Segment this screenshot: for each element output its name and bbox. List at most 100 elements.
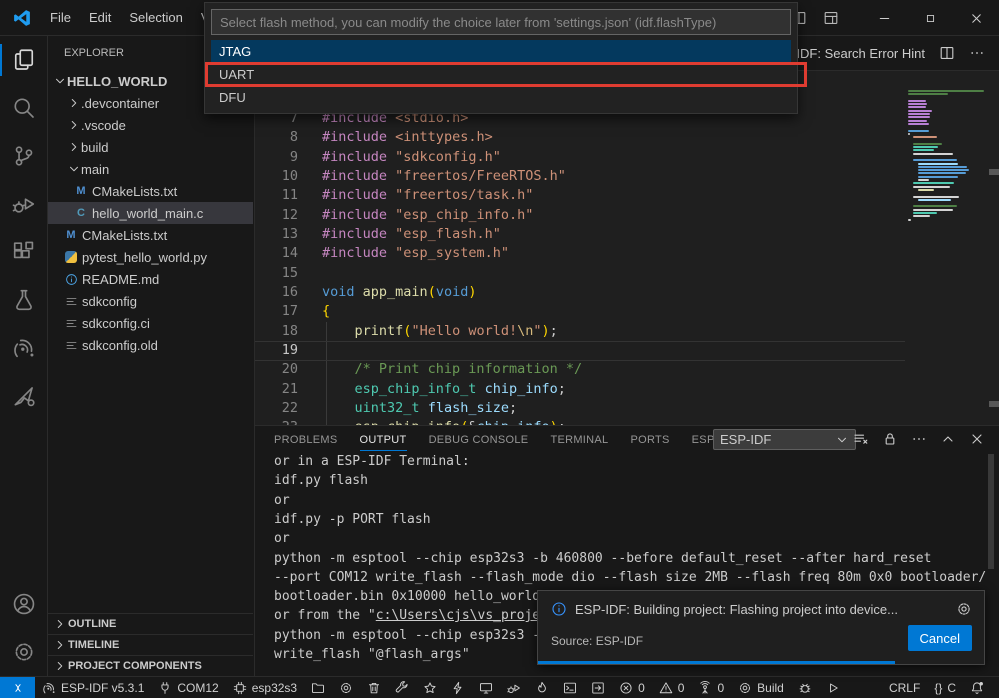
activity-item-source-control[interactable]: [0, 132, 48, 180]
statusbar-device-target[interactable]: esp32s3: [226, 677, 304, 698]
activity-item-testing[interactable]: [0, 276, 48, 324]
activity-item-extensions[interactable]: [0, 228, 48, 276]
activity-item-esp-idf-explorer[interactable]: [0, 372, 48, 420]
maximize-panel-icon[interactable]: [940, 431, 956, 447]
statusbar-terminal[interactable]: [556, 677, 584, 698]
statusbar-notifications[interactable]: [963, 677, 991, 698]
statusbar-espidf-version[interactable]: ESP-IDF v5.3.1: [35, 677, 151, 698]
tree-item[interactable]: Chello_world_main.c: [48, 202, 253, 224]
code-line[interactable]: 12#include "esp_chip_info.h": [255, 206, 999, 226]
panel-scrollbar[interactable]: [988, 454, 994, 569]
menu-file[interactable]: File: [41, 6, 80, 29]
statusbar-flash[interactable]: [444, 677, 472, 698]
split-editor-icon[interactable]: [939, 45, 955, 61]
statusbar-serial-port[interactable]: COM12: [151, 677, 225, 698]
code-line[interactable]: 14#include "esp_system.h": [255, 244, 999, 264]
activity-item-accounts[interactable]: [0, 580, 48, 628]
statusbar-launch[interactable]: [819, 677, 847, 698]
lock-scroll-icon[interactable]: [882, 431, 898, 447]
chevron-right-icon: [67, 118, 81, 132]
code-area[interactable]: 7#include <stdio.h>8#include <inttypes.h…: [255, 71, 999, 425]
statusbar-errors[interactable]: 0: [612, 677, 652, 698]
code-line[interactable]: 22 uint32_t flash_size;: [255, 399, 999, 419]
code-line[interactable]: 10#include "freertos/FreeRTOS.h": [255, 167, 999, 187]
quickpick-item-dfu[interactable]: DFU: [211, 86, 791, 109]
chevron-down-icon: [835, 433, 849, 447]
statusbar-full-clean[interactable]: [360, 677, 388, 698]
code-line[interactable]: 13#include "esp_flash.h": [255, 225, 999, 245]
code-line[interactable]: 23 esp_chip_info(&chip_info);: [255, 418, 999, 425]
code-line[interactable]: 16void app_main(void): [255, 283, 999, 303]
statusbar-ports-forwarded[interactable]: 0: [691, 677, 731, 698]
tree-item[interactable]: pytest_hello_world.py: [48, 246, 253, 268]
statusbar-warnings[interactable]: 0: [652, 677, 692, 698]
activity-item-manage[interactable]: [0, 628, 48, 676]
panel-tab-output[interactable]: OUTPUT: [360, 429, 407, 451]
code-line[interactable]: 20 /* Print chip information */: [255, 360, 999, 380]
section-outline[interactable]: OUTLINE: [48, 613, 253, 634]
statusbar-eol[interactable]: CRLF: [882, 677, 927, 698]
output-channel-select[interactable]: ESP-IDF: [713, 429, 856, 450]
panel-tab-terminal[interactable]: TERMINAL: [550, 429, 608, 451]
section-project-components[interactable]: PROJECT COMPONENTS: [48, 655, 253, 676]
output-link[interactable]: c:\Users\cjs\vs_proje: [376, 608, 540, 623]
activity-item-run-and-debug[interactable]: [0, 180, 48, 228]
panel-tab-ports[interactable]: PORTS: [630, 429, 669, 451]
tree-item[interactable]: MCMakeLists.txt: [48, 224, 253, 246]
gear-icon[interactable]: [956, 601, 972, 617]
minimap-line: [908, 100, 926, 102]
chevron-right-icon: [67, 140, 81, 154]
line-number: 9: [255, 148, 298, 167]
customize-layout-icon[interactable]: [823, 10, 839, 26]
tree-item[interactable]: MCMakeLists.txt: [48, 180, 253, 202]
more-actions-icon[interactable]: [911, 431, 927, 447]
tree-item[interactable]: sdkconfig.ci: [48, 312, 253, 334]
tree-item[interactable]: README.md: [48, 268, 253, 290]
clear-output-icon[interactable]: [853, 431, 869, 447]
code-line[interactable]: 21 esp_chip_info_t chip_info;: [255, 380, 999, 400]
statusbar-build-tool[interactable]: [388, 677, 416, 698]
statusbar-language-mode[interactable]: {}C: [927, 677, 963, 698]
statusbar-monitor[interactable]: [472, 677, 500, 698]
quickpick-input[interactable]: [211, 9, 791, 35]
statusbar-export[interactable]: [584, 677, 612, 698]
statusbar-select-project[interactable]: [304, 677, 332, 698]
code-line[interactable]: 11#include "freertos/task.h": [255, 186, 999, 206]
tree-item[interactable]: sdkconfig: [48, 290, 253, 312]
activity-item-espressif[interactable]: [0, 324, 48, 372]
cancel-button[interactable]: Cancel: [908, 625, 972, 651]
statusbar-bug[interactable]: [791, 677, 819, 698]
close-panel-icon[interactable]: [969, 431, 985, 447]
tree-item[interactable]: .vscode: [48, 114, 253, 136]
statusbar-erase-flash[interactable]: [528, 677, 556, 698]
section-timeline[interactable]: TIMELINE: [48, 634, 253, 655]
close-button[interactable]: [953, 0, 999, 36]
tree-item-label: CMakeLists.txt: [82, 228, 167, 243]
minimize-button[interactable]: [861, 0, 907, 36]
panel-tab-debug-console[interactable]: DEBUG CONSOLE: [429, 429, 529, 451]
menu-edit[interactable]: Edit: [80, 6, 120, 29]
menu-selection[interactable]: Selection: [120, 6, 191, 29]
panel-tab-problems[interactable]: PROBLEMS: [274, 429, 338, 451]
code-line[interactable]: 15: [255, 264, 999, 284]
tree-item[interactable]: main: [48, 158, 253, 180]
statusbar-star[interactable]: [416, 677, 444, 698]
activity-item-explorer[interactable]: [0, 36, 48, 84]
statusbar-cmake-build[interactable]: Build: [731, 677, 791, 698]
code-line[interactable]: 8#include <inttypes.h>: [255, 128, 999, 148]
statusbar-debug[interactable]: [500, 677, 528, 698]
quickpick-item-uart[interactable]: UART: [211, 63, 791, 86]
more-actions-icon[interactable]: [969, 45, 985, 61]
statusbar-menuconfig[interactable]: [332, 677, 360, 698]
remote-indicator[interactable]: [0, 677, 35, 698]
activity-item-search[interactable]: [0, 84, 48, 132]
quickpick-item-jtag[interactable]: JTAG: [211, 40, 791, 63]
tree-item[interactable]: build: [48, 136, 253, 158]
maximize-button[interactable]: [907, 0, 953, 36]
tree-item[interactable]: sdkconfig.old: [48, 334, 253, 356]
cmake-icon: M: [74, 185, 88, 197]
code-line[interactable]: 19: [255, 341, 999, 361]
code-line[interactable]: 17{: [255, 302, 999, 322]
code-line[interactable]: 18 printf("Hello world!\n");: [255, 322, 999, 342]
code-line[interactable]: 9#include "sdkconfig.h": [255, 148, 999, 168]
